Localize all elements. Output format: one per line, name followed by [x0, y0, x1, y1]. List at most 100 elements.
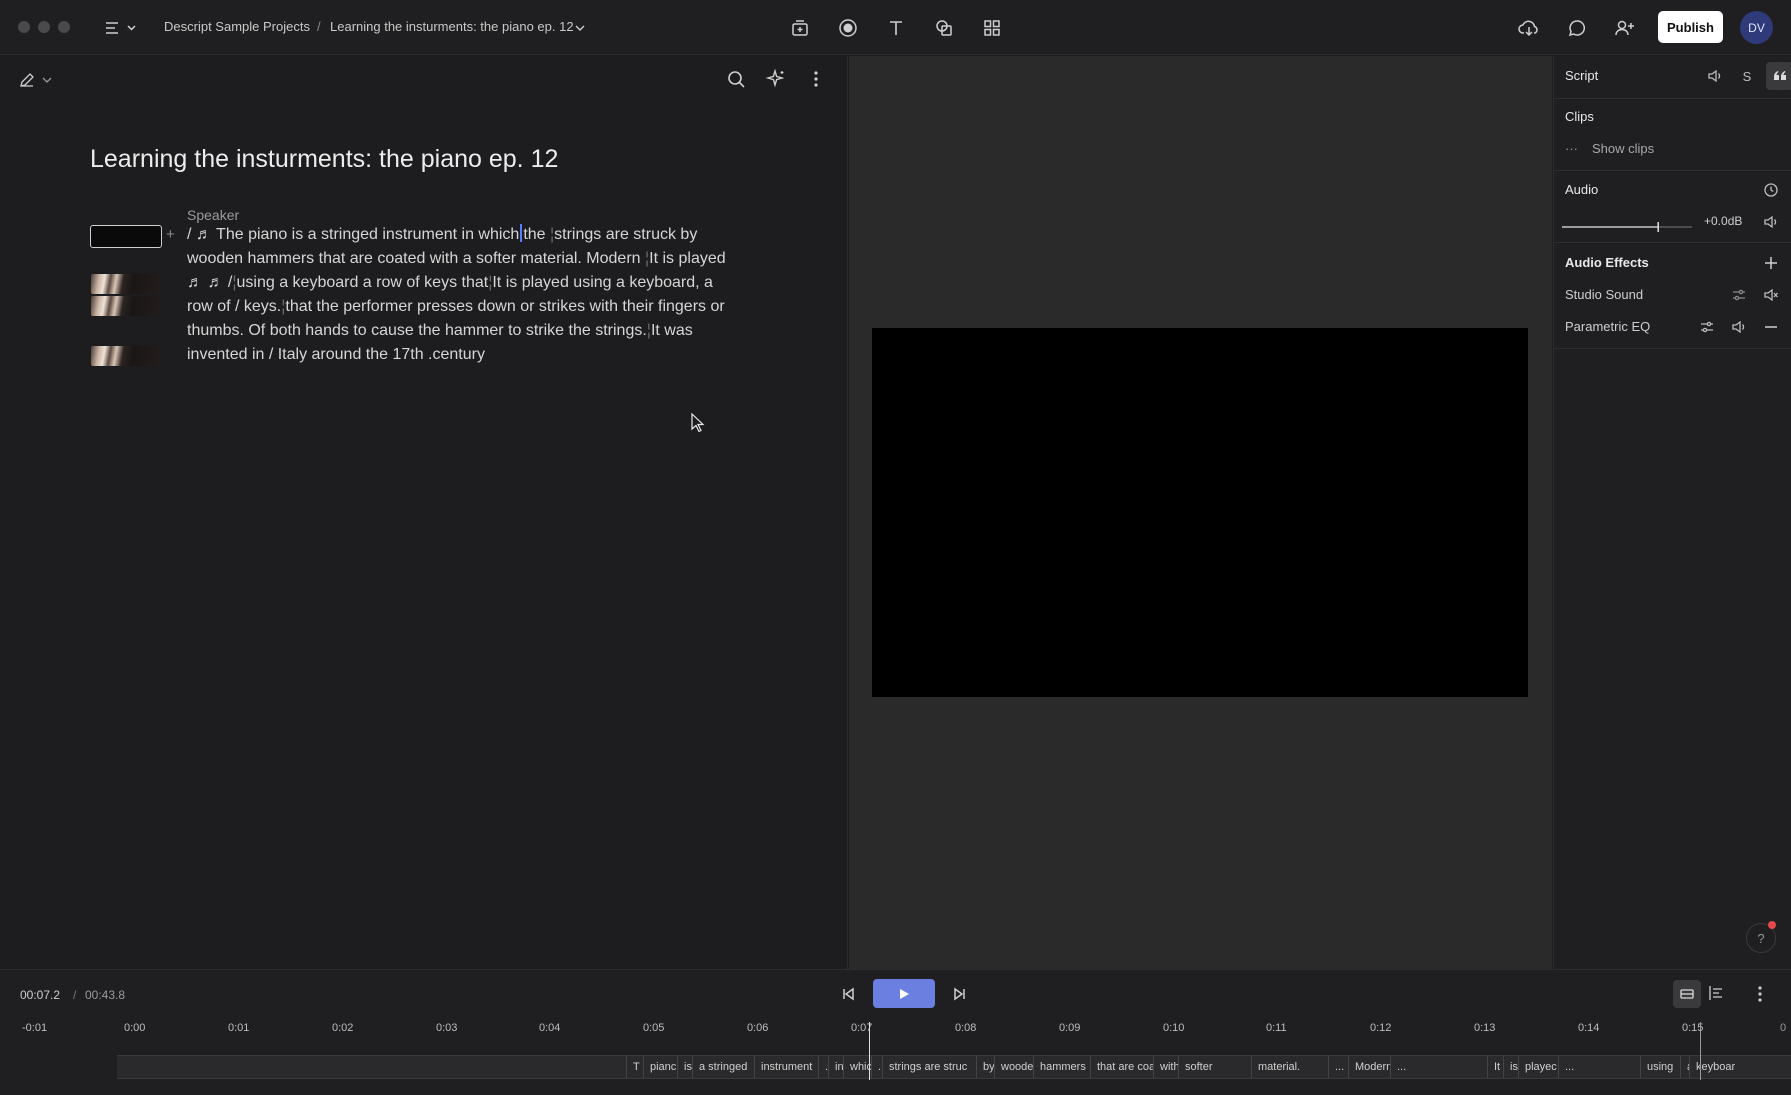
speaker-volume-icon[interactable] [1704, 65, 1726, 87]
timeline-word[interactable]: whic [843, 1056, 871, 1078]
more-options-icon[interactable] [805, 68, 827, 90]
comments-icon[interactable] [1563, 14, 1591, 42]
breadcrumb-project[interactable]: Descript Sample Projects [164, 19, 310, 34]
show-clips-button[interactable]: Show clips [1592, 141, 1654, 156]
ai-sparkle-icon[interactable] [765, 68, 787, 90]
timeline-word[interactable]: hammers [1033, 1056, 1090, 1078]
timeline-word[interactable]: softer [1178, 1056, 1251, 1078]
timeline-word[interactable]: pianc [643, 1056, 677, 1078]
timeline-word[interactable]: woode [994, 1056, 1033, 1078]
effect-parametric-eq[interactable]: Parametric EQ [1565, 319, 1650, 334]
current-time: 00:07.2 [20, 988, 61, 1002]
chevron-down-icon[interactable] [570, 14, 590, 42]
transcript-segment[interactable]: invented in / Italy around the 17th .cen… [187, 346, 485, 363]
transcript-segment[interactable]: using a keyboard a row of keys that [237, 274, 489, 291]
timeline-word[interactable]: by [976, 1056, 994, 1078]
timeline-word[interactable]: .. [871, 1056, 882, 1078]
ruler-tick-label: 0:00 [124, 1022, 146, 1034]
transcript-text[interactable]: / ♬ The piano is a stringed instrument i… [187, 223, 767, 367]
more-icon[interactable]: ··· [1565, 141, 1578, 156]
play-button[interactable] [873, 979, 935, 1008]
timeline-word[interactable]: is [677, 1056, 692, 1078]
speaker-name-input[interactable] [90, 225, 162, 248]
scene-thumbnail[interactable] [91, 274, 160, 294]
timeline-word[interactable]: It [1487, 1056, 1503, 1078]
transcript-segment[interactable]: It is played using a keyboard, a [492, 274, 713, 291]
document-title[interactable]: Learning the insturments: the piano ep. … [90, 145, 558, 174]
transcript-segment[interactable]: row of / keys. [187, 298, 281, 315]
timeline-view-icon[interactable] [1673, 980, 1701, 1008]
timeline-word[interactable]: in [828, 1056, 843, 1078]
timeline-ruler[interactable]: -0:01 0:00 0:01 0:02 0:03 0:04 0:05 0:06 0:07 0:0… [0, 1022, 1791, 1042]
transcript-segment[interactable]: ♬ ♬ / [187, 274, 232, 291]
timeline-word[interactable]: with [1153, 1056, 1178, 1078]
scene-thumbnail[interactable] [91, 346, 160, 366]
add-effect-icon[interactable] [1760, 252, 1782, 274]
word-track[interactable]: Tpiancisa stringedinstrument.inwhic..str… [117, 1055, 1791, 1079]
timeline-word[interactable]: instrument [754, 1056, 818, 1078]
speaker-label[interactable]: Speaker [187, 207, 239, 223]
text-tool-icon[interactable] [882, 14, 910, 42]
timeline-word[interactable]: is [1503, 1056, 1518, 1078]
track-layout-icon[interactable] [1707, 984, 1729, 1006]
timeline-word[interactable]: using [1640, 1056, 1680, 1078]
mute-icon[interactable] [1760, 284, 1782, 306]
transcript-segment[interactable]: the [523, 226, 550, 243]
timeline-word[interactable]: Modern [1348, 1056, 1390, 1078]
skip-forward-icon[interactable] [950, 984, 970, 1004]
transcript-segment[interactable]: strings are struck by [554, 226, 697, 243]
timeline-word[interactable]: a stringed [692, 1056, 754, 1078]
transcript-segment[interactable]: / ♬ The piano is a stringed instrument i… [187, 226, 519, 243]
clock-icon[interactable] [1760, 179, 1782, 201]
speaker-s-toggle[interactable]: S [1736, 65, 1758, 87]
window-close-dot[interactable] [18, 21, 30, 33]
search-icon[interactable] [725, 68, 747, 90]
shapes-icon[interactable] [930, 14, 958, 42]
scene-thumbnail[interactable] [91, 296, 160, 316]
quote-icon[interactable] [1766, 62, 1791, 90]
timeline-word[interactable]: ... [1390, 1056, 1487, 1078]
timeline-word[interactable]: playec [1518, 1056, 1558, 1078]
timeline-word[interactable]: that are coat [1090, 1056, 1153, 1078]
avatar[interactable]: DV [1740, 11, 1773, 44]
timeline-word[interactable]: keyboar [1689, 1056, 1791, 1078]
timeline-word[interactable]: a [1680, 1056, 1689, 1078]
effect-studio-sound[interactable]: Studio Sound [1565, 287, 1643, 302]
timeline-word[interactable]: strings are struc [882, 1056, 976, 1078]
add-scene-icon[interactable] [786, 14, 814, 42]
audio-effects-title: Audio Effects [1565, 255, 1649, 270]
timeline-word[interactable]: material. [1251, 1056, 1328, 1078]
volume-icon[interactable] [1760, 211, 1782, 233]
effect-settings-icon[interactable] [1696, 316, 1718, 338]
ruler-tick-label: 0:08 [955, 1022, 977, 1034]
breadcrumb-file[interactable]: Learning the insturments: the piano ep. … [330, 19, 574, 34]
cloud-download-icon[interactable] [1515, 14, 1543, 42]
transcript-segment[interactable]: It is played [649, 250, 725, 267]
timeline-word[interactable]: T [626, 1056, 643, 1078]
publish-button[interactable]: Publish [1658, 11, 1723, 43]
add-user-icon[interactable] [1611, 14, 1639, 42]
add-speaker-icon[interactable]: + [166, 226, 175, 243]
grid-icon[interactable] [978, 14, 1006, 42]
window-minimize-dot[interactable] [38, 21, 50, 33]
transcript-segment[interactable]: that the performer presses down or strik… [285, 298, 724, 315]
gain-value[interactable]: +0.0dB [1704, 214, 1742, 228]
edit-mode-dropdown[interactable] [18, 68, 58, 92]
timeline-word[interactable]: ... [1558, 1056, 1640, 1078]
timeline-word[interactable]: . [818, 1056, 828, 1078]
record-icon[interactable] [834, 14, 862, 42]
transcript-segment[interactable]: wooden hammers that are coated with a so… [187, 250, 645, 267]
remove-effect-icon[interactable] [1760, 316, 1782, 338]
effect-settings-icon[interactable] [1728, 284, 1750, 306]
video-canvas[interactable] [872, 328, 1528, 697]
window-zoom-dot[interactable] [58, 21, 70, 33]
gain-slider[interactable] [1562, 221, 1692, 233]
playhead[interactable] [869, 1022, 870, 1080]
app-menu-icon[interactable] [100, 14, 140, 42]
transcript-segment[interactable]: It was [651, 322, 693, 339]
timeline-more-icon[interactable] [1750, 984, 1770, 1004]
volume-icon[interactable] [1728, 316, 1750, 338]
transcript-segment[interactable]: thumbs. Of both hands to cause the hamme… [187, 322, 647, 339]
skip-back-icon[interactable] [838, 984, 858, 1004]
timeline-word[interactable]: ... [1328, 1056, 1348, 1078]
